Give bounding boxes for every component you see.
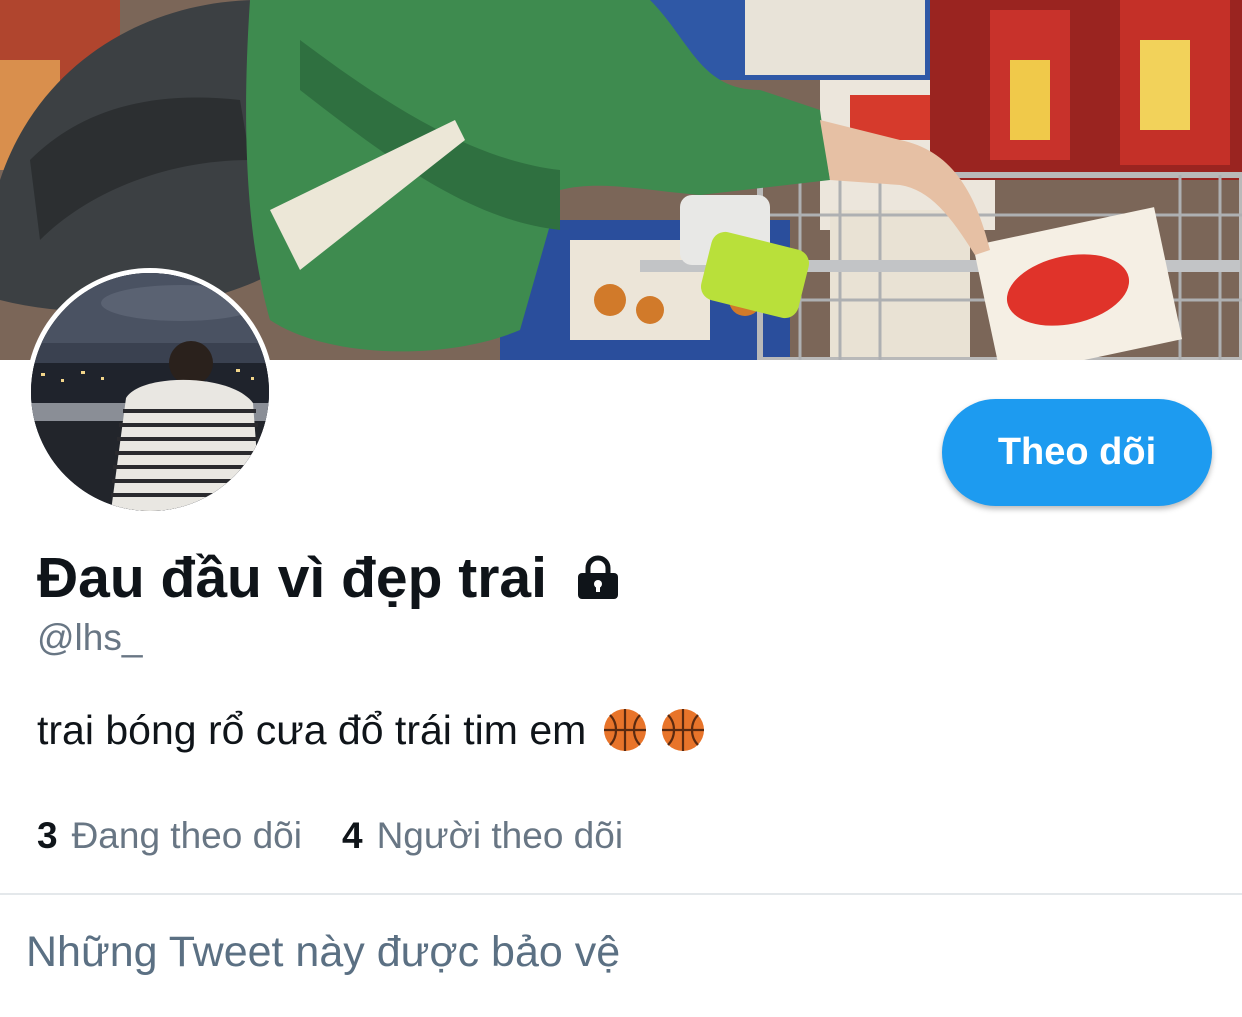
following-stat[interactable]: 3 Đang theo dõi [37,815,302,857]
bio-text: trai bóng rổ cưa đổ trái tim em [37,706,587,753]
protected-tweets-notice: Những Tweet này được bảo vệ [26,928,621,976]
divider [0,893,1242,895]
profile-handle: @lhs_ [37,617,143,658]
lock-icon [575,555,621,601]
following-label: Đang theo dõi [71,815,302,856]
follow-button[interactable]: Theo dõi [942,399,1212,506]
following-count: 3 [37,815,58,856]
followers-label: Người theo dõi [376,815,624,856]
followers-count: 4 [341,815,363,856]
profile-page: Theo dõi Đau đầu vì đẹp trai @lhs_ trai … [0,0,1242,1017]
basketball-icon [602,707,648,753]
display-name: Đau đầu vì đẹp trai [37,546,547,610]
profile-bio: trai bóng rổ cưa đổ trái tim em [37,700,706,760]
profile-avatar[interactable] [26,268,274,516]
profile-stats: 3 Đang theo dõi 4 Người theo dõi [37,810,623,862]
display-name-row: Đau đầu vì đẹp trai [37,543,621,613]
basketball-icon [660,707,706,753]
followers-stat[interactable]: 4 Người theo dõi [342,815,623,857]
